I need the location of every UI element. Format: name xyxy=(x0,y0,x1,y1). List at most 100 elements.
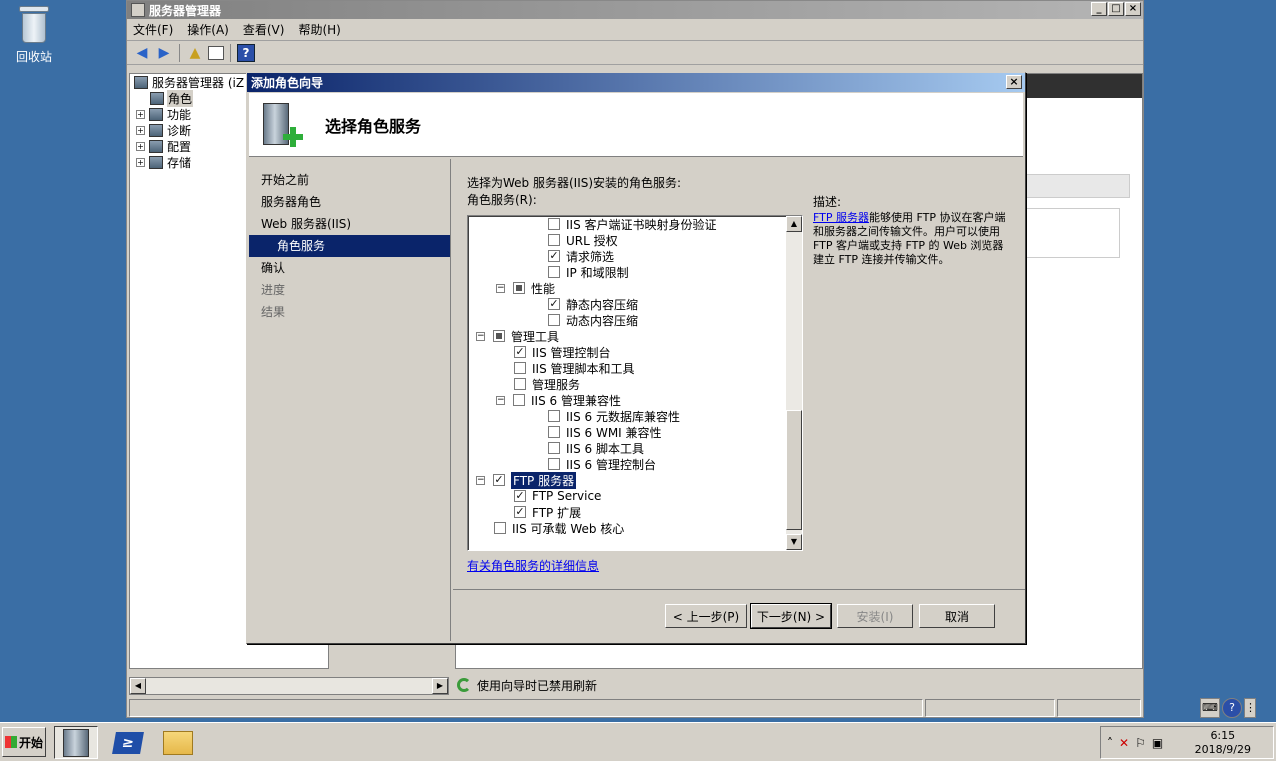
role-service-checkbox[interactable] xyxy=(514,362,526,374)
role-service-checkbox[interactable] xyxy=(548,426,560,438)
role-service-item[interactable]: URL 授权 xyxy=(548,232,618,248)
role-service-item[interactable]: − 性能 xyxy=(496,280,555,296)
role-service-item[interactable]: ✓ FTP Service xyxy=(514,488,601,504)
role-service-checkbox[interactable]: ✓ xyxy=(548,298,560,310)
role-service-checkbox[interactable] xyxy=(548,442,560,454)
ftp-server-link[interactable]: FTP 服务器 xyxy=(813,211,869,224)
menu-help[interactable]: 帮助(H) xyxy=(298,21,340,38)
keyboard-icon[interactable]: ⌨ xyxy=(1200,698,1220,718)
expand-icon[interactable]: + xyxy=(136,157,145,167)
taskbar-explorer[interactable] xyxy=(156,726,200,759)
role-service-item[interactable]: 动态内容压缩 xyxy=(548,312,638,328)
taskbar-powershell[interactable]: ≥ xyxy=(106,726,150,759)
role-service-checkbox[interactable] xyxy=(548,458,560,470)
options-icon[interactable]: ⋮ xyxy=(1244,698,1256,718)
help-circle-icon[interactable]: ? xyxy=(1222,698,1242,718)
display-icon[interactable]: ▣ xyxy=(1152,736,1163,750)
minimize-button[interactable]: _ xyxy=(1091,2,1107,16)
role-service-item[interactable]: IIS 可承载 Web 核心 xyxy=(494,520,624,536)
scroll-down-icon[interactable]: ▼ xyxy=(786,534,802,550)
role-service-item[interactable]: − IIS 6 管理兼容性 xyxy=(496,392,621,408)
forward-arrow-icon[interactable]: ▶ xyxy=(155,44,173,62)
network-icon[interactable]: ✕ xyxy=(1119,736,1129,750)
role-service-label: IIS 可承载 Web 核心 xyxy=(512,521,625,536)
expand-icon[interactable]: + xyxy=(136,141,145,151)
close-button[interactable]: × xyxy=(1125,2,1141,16)
role-service-checkbox[interactable] xyxy=(494,522,506,534)
step-server-roles[interactable]: 服务器角色 xyxy=(249,191,450,213)
step-confirmation[interactable]: 确认 xyxy=(249,257,450,279)
menu-view[interactable]: 查看(V) xyxy=(243,21,285,38)
step-before-you-begin[interactable]: 开始之前 xyxy=(249,169,450,191)
back-arrow-icon[interactable]: ◀ xyxy=(133,44,151,62)
collapse-icon[interactable]: − xyxy=(496,395,505,405)
scroll-right-icon[interactable]: ▶ xyxy=(432,678,448,694)
next-button[interactable]: 下一步(N) > xyxy=(750,603,832,629)
cancel-button[interactable]: 取消 xyxy=(919,604,995,628)
role-service-checkbox[interactable] xyxy=(513,282,525,294)
role-service-item[interactable]: 管理服务 xyxy=(514,376,580,392)
toolbar-separator xyxy=(230,43,231,62)
scroll-left-icon[interactable]: ◀ xyxy=(130,678,146,694)
wizard-close-button[interactable]: × xyxy=(1006,75,1022,89)
help-icon[interactable]: ? xyxy=(237,43,255,62)
list-vertical-scrollbar[interactable]: ▲ ▼ xyxy=(786,216,802,550)
role-service-checkbox[interactable]: ✓ xyxy=(493,474,505,486)
role-service-checkbox[interactable]: ✓ xyxy=(514,490,526,502)
recycle-bin[interactable]: 回收站 xyxy=(8,4,60,65)
tree-horizontal-scrollbar[interactable]: ◀ ▶ xyxy=(129,677,449,695)
server-add-icon xyxy=(261,101,305,149)
action-center-flag-icon[interactable]: ⚐ xyxy=(1135,736,1146,750)
role-service-checkbox[interactable]: ✓ xyxy=(514,506,526,518)
role-service-item[interactable]: IIS 客户端证书映射身份验证 xyxy=(548,216,717,232)
role-service-checkbox[interactable]: ✓ xyxy=(548,250,560,262)
show-hide-tree-icon[interactable] xyxy=(208,45,224,60)
role-service-item[interactable]: IIS 6 元数据库兼容性 xyxy=(548,408,680,424)
role-service-label: IIS 6 管理控制台 xyxy=(566,457,656,472)
collapse-icon[interactable]: − xyxy=(476,331,485,341)
collapse-icon[interactable]: − xyxy=(476,475,485,485)
role-service-checkbox[interactable] xyxy=(548,234,560,246)
collapse-icon[interactable]: − xyxy=(496,283,505,293)
role-service-item[interactable]: ✓ IIS 管理控制台 xyxy=(514,344,611,360)
scroll-up-icon[interactable]: ▲ xyxy=(786,216,802,232)
scroll-thumb[interactable] xyxy=(786,410,802,530)
role-service-checkbox[interactable] xyxy=(548,218,560,230)
role-service-item[interactable]: IP 和域限制 xyxy=(548,264,629,280)
role-service-checkbox[interactable] xyxy=(493,330,505,342)
more-info-link[interactable]: 有关角色服务的详细信息 xyxy=(467,557,599,574)
expand-icon[interactable]: + xyxy=(136,109,145,119)
toolbar: ◀ ▶ ▲ ? xyxy=(127,41,1143,65)
role-service-checkbox[interactable] xyxy=(548,266,560,278)
role-service-checkbox[interactable] xyxy=(514,378,526,390)
taskbar-server-manager[interactable] xyxy=(54,726,98,759)
back-button[interactable]: < 上一步(P) xyxy=(665,604,747,628)
role-service-item[interactable]: IIS 6 WMI 兼容性 xyxy=(548,424,662,440)
menu-file[interactable]: 文件(F) xyxy=(133,21,173,38)
main-titlebar[interactable]: 服务器管理器 _ □ × xyxy=(127,1,1143,19)
clock[interactable]: 6:15 2018/9/29 xyxy=(1195,729,1251,757)
menu-action[interactable]: 操作(A) xyxy=(187,21,229,38)
wizard-titlebar[interactable]: 添加角色向导 × xyxy=(247,73,1025,92)
role-service-item[interactable]: ✓ 请求筛选 xyxy=(548,248,614,264)
role-service-item[interactable]: IIS 管理脚本和工具 xyxy=(514,360,635,376)
role-service-checkbox[interactable]: ✓ xyxy=(514,346,526,358)
role-services-list[interactable]: IIS 客户端证书映射身份验证 URL 授权 ✓ 请求筛选 IP 和域限制 − 性能 ✓ 静态内… xyxy=(467,215,803,551)
step-web-server-iis[interactable]: Web 服务器(IIS) xyxy=(249,213,450,235)
up-folder-icon[interactable]: ▲ xyxy=(186,44,204,62)
role-service-checkbox[interactable] xyxy=(548,314,560,326)
role-service-item[interactable]: − ✓ FTP 服务器 xyxy=(476,471,577,489)
role-service-item[interactable]: ✓ 静态内容压缩 xyxy=(548,296,638,312)
role-service-item[interactable]: ✓ FTP 扩展 xyxy=(514,504,581,520)
role-service-checkbox[interactable] xyxy=(513,394,525,406)
role-service-checkbox[interactable] xyxy=(548,410,560,422)
start-button[interactable]: 开始 xyxy=(2,727,46,757)
role-service-item[interactable]: IIS 6 管理控制台 xyxy=(548,456,656,472)
maximize-button[interactable]: □ xyxy=(1108,2,1124,16)
role-service-item[interactable]: IIS 6 脚本工具 xyxy=(548,440,644,456)
main-title: 服务器管理器 xyxy=(149,3,222,18)
step-role-services[interactable]: 角色服务 xyxy=(249,235,450,257)
role-service-item[interactable]: − 管理工具 xyxy=(476,328,559,344)
tray-expand-icon[interactable]: ˄ xyxy=(1107,736,1113,750)
expand-icon[interactable]: + xyxy=(136,125,145,135)
